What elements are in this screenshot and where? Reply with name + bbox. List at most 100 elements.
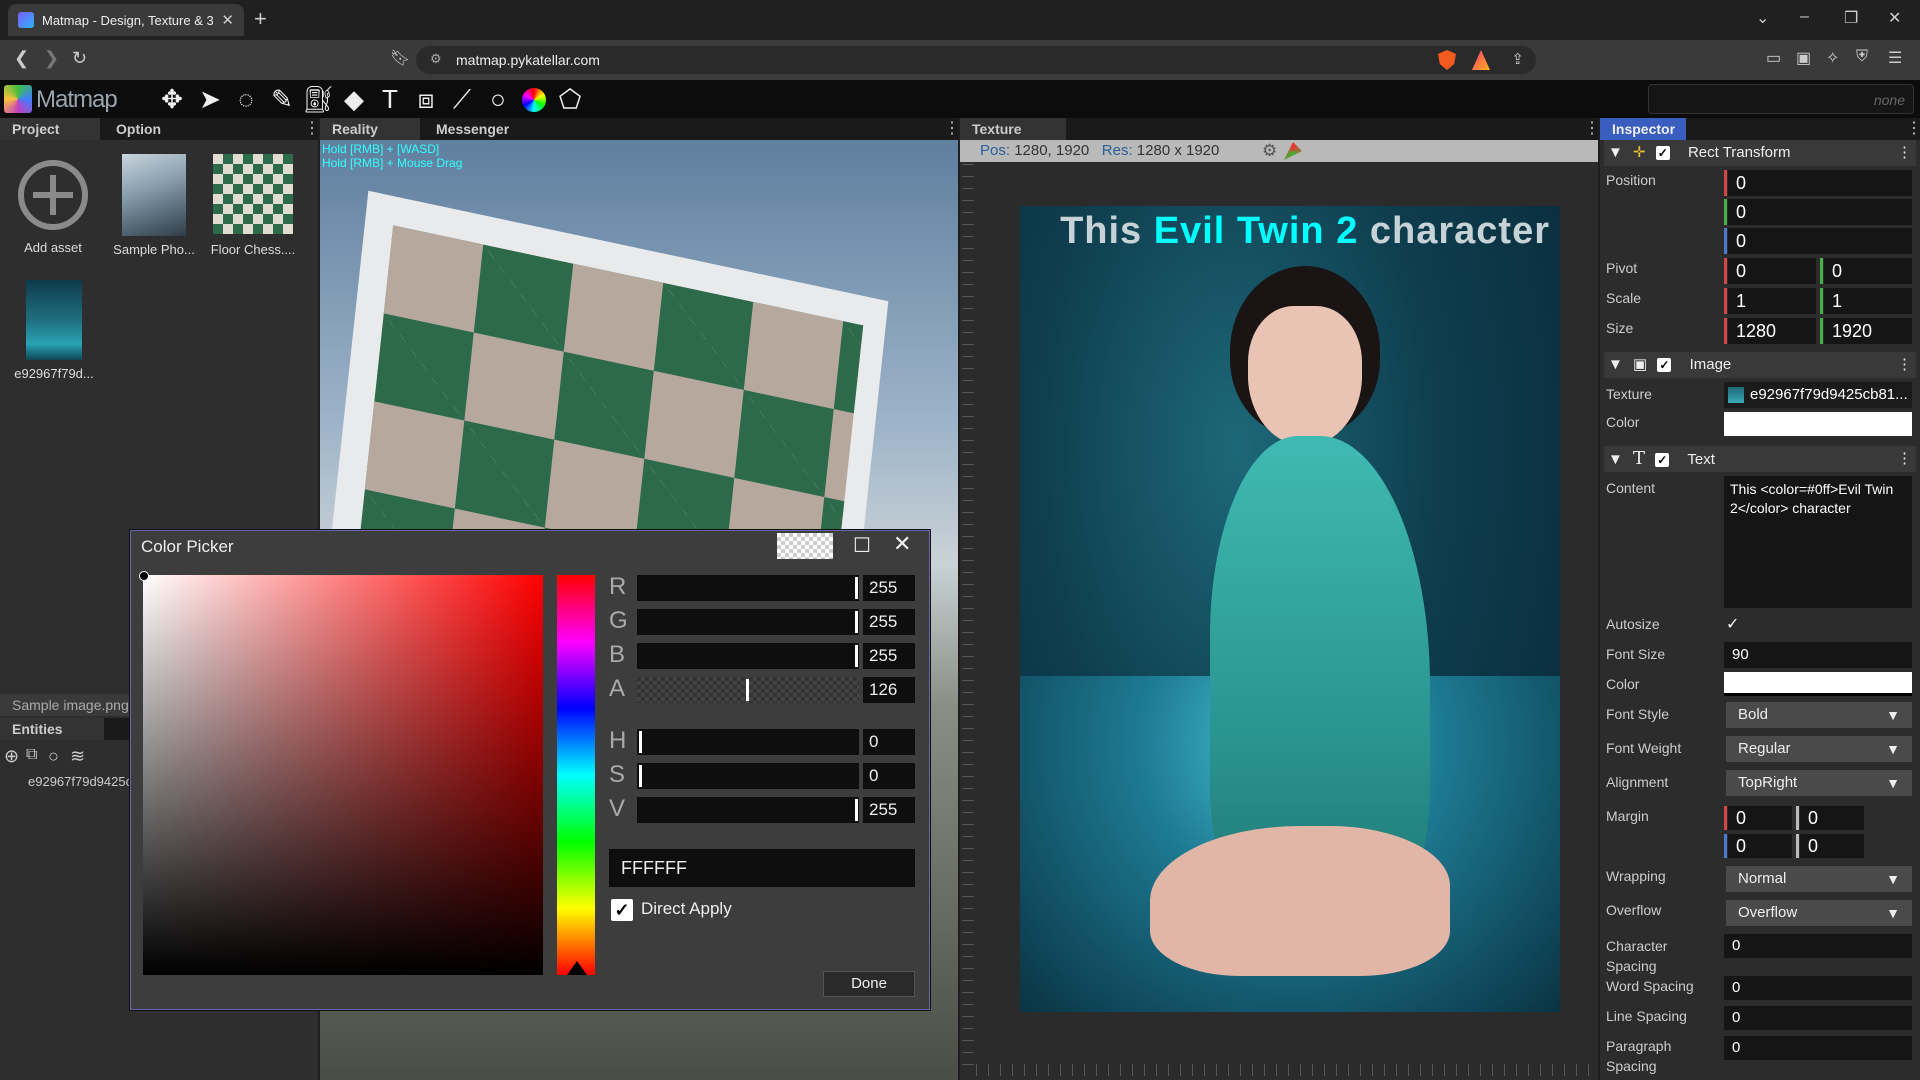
h-value-field[interactable]: 0 bbox=[863, 729, 915, 755]
direct-apply-checkbox[interactable]: ✓ bbox=[611, 899, 633, 921]
move-tool-icon[interactable]: ✥ bbox=[156, 84, 188, 114]
collapse-triangle-icon[interactable]: ▼ bbox=[1608, 356, 1623, 373]
entity-item[interactable]: e92967f79d9425c bbox=[28, 774, 132, 789]
position-y-field[interactable]: 0 bbox=[1728, 199, 1912, 225]
eraser-tool-icon[interactable]: ◆ bbox=[338, 84, 370, 114]
overflow-dropdown[interactable]: Overflow ▼ bbox=[1726, 900, 1912, 926]
tab-texture[interactable]: Texture bbox=[960, 118, 1066, 140]
close-tab-icon[interactable]: ✕ bbox=[221, 11, 234, 29]
scale-x-field[interactable]: 1 bbox=[1728, 288, 1816, 314]
image-enabled-checkbox[interactable]: ✓ bbox=[1657, 358, 1672, 372]
autosize-checkbox[interactable]: ✓ bbox=[1726, 614, 1739, 634]
collapse-triangle-icon[interactable]: ▼ bbox=[1608, 144, 1623, 161]
word-spacing-field[interactable]: 0 bbox=[1724, 976, 1912, 1000]
inspector-menu-icon[interactable]: ⋮ bbox=[1906, 118, 1920, 138]
hex-input[interactable]: FFFFFF bbox=[609, 849, 915, 887]
select-tool-icon[interactable]: ➤ bbox=[194, 84, 226, 114]
asset-sample-photo[interactable]: Sample Pho... bbox=[110, 154, 198, 257]
s-slider[interactable] bbox=[637, 763, 859, 789]
done-button[interactable]: Done bbox=[823, 971, 915, 997]
left-panel-menu-icon[interactable]: ⋮ bbox=[304, 118, 320, 138]
vpn-icon[interactable]: ⛨ bbox=[1856, 48, 1868, 66]
r-slider-handle[interactable] bbox=[855, 577, 858, 599]
font-style-dropdown[interactable]: Bold ▼ bbox=[1726, 702, 1912, 728]
entity-circle-icon[interactable]: ○ bbox=[48, 746, 59, 767]
wallet-icon[interactable]: ▣ bbox=[1796, 48, 1811, 68]
maximize-icon[interactable]: ☐ bbox=[853, 533, 871, 558]
texture-canvas[interactable]: This Evil Twin 2 character bbox=[1020, 206, 1560, 1012]
close-window-icon[interactable]: ✕ bbox=[1888, 8, 1901, 28]
character-spacing-field[interactable]: 0 bbox=[1724, 934, 1912, 958]
add-asset-button[interactable]: Add asset bbox=[10, 160, 96, 255]
v-value-field[interactable]: 255 bbox=[863, 797, 915, 823]
margin-right-field[interactable]: 0 bbox=[1800, 806, 1864, 830]
duplicate-entity-icon[interactable]: ⧉ bbox=[26, 746, 37, 764]
alignment-dropdown[interactable]: TopRight ▼ bbox=[1726, 770, 1912, 796]
margin-bottom-field[interactable]: 0 bbox=[1800, 834, 1864, 858]
lasso-tool-icon[interactable]: ◌ bbox=[230, 84, 262, 114]
rect-transform-menu-icon[interactable]: ⋮ bbox=[1897, 140, 1912, 166]
a-slider[interactable] bbox=[637, 677, 859, 703]
site-settings-icon[interactable]: ⚙ bbox=[430, 51, 442, 67]
text-component-menu-icon[interactable]: ⋮ bbox=[1897, 446, 1912, 472]
tab-option[interactable]: Option bbox=[104, 118, 214, 140]
asset-character-image[interactable]: e92967f79d... bbox=[8, 280, 100, 381]
tab-list-chevron-icon[interactable]: ⌄ bbox=[1756, 8, 1769, 28]
hue-slider[interactable] bbox=[557, 575, 595, 975]
new-tab-icon[interactable]: + bbox=[254, 6, 267, 32]
font-weight-dropdown[interactable]: Regular ▼ bbox=[1726, 736, 1912, 762]
back-icon[interactable]: ❮ bbox=[14, 48, 29, 69]
rect-transform-enabled-checkbox[interactable]: ✓ bbox=[1655, 146, 1670, 160]
layers-icon[interactable]: ≋ bbox=[70, 746, 85, 767]
texture-menu-icon[interactable]: ⋮ bbox=[1584, 118, 1600, 138]
sv-cursor[interactable] bbox=[139, 571, 149, 581]
g-slider[interactable] bbox=[637, 609, 859, 635]
browser-tab[interactable]: Matmap - Design, Texture & 3D ✕ bbox=[8, 4, 244, 36]
tab-reality[interactable]: Reality bbox=[320, 118, 420, 140]
position-x-field[interactable]: 0 bbox=[1728, 170, 1912, 196]
pivot-y-field[interactable]: 0 bbox=[1824, 258, 1912, 284]
b-slider-handle[interactable] bbox=[855, 645, 858, 667]
a-slider-handle[interactable] bbox=[746, 679, 749, 701]
scale-y-field[interactable]: 1 bbox=[1824, 288, 1912, 314]
s-value-field[interactable]: 0 bbox=[863, 763, 915, 789]
tab-messenger[interactable]: Messenger bbox=[424, 118, 544, 140]
app-search-input[interactable]: none bbox=[1648, 84, 1914, 114]
restore-icon[interactable]: ❐ bbox=[1844, 8, 1858, 28]
a-value-field[interactable]: 126 bbox=[863, 677, 915, 703]
text-color-swatch[interactable] bbox=[1724, 672, 1912, 696]
size-width-field[interactable]: 1280 bbox=[1728, 318, 1816, 344]
address-bar[interactable]: ⚙ matmap.pykatellar.com ⇪ bbox=[416, 46, 1536, 74]
tab-entities[interactable]: Entities bbox=[0, 718, 104, 740]
tab-project[interactable]: Project bbox=[0, 118, 100, 140]
sidebar-icon[interactable]: ▭ bbox=[1766, 48, 1781, 68]
g-value-field[interactable]: 255 bbox=[863, 609, 915, 635]
b-slider[interactable] bbox=[637, 643, 859, 669]
forward-icon[interactable]: ❯ bbox=[44, 48, 59, 69]
v-slider[interactable] bbox=[637, 797, 859, 823]
margin-top-field[interactable]: 0 bbox=[1728, 834, 1792, 858]
asset-floor-chess[interactable]: Floor Chess.... bbox=[208, 154, 298, 257]
polygon-tool-icon[interactable]: ⬠ bbox=[554, 84, 586, 114]
bookmark-icon[interactable]: 🔖︎ bbox=[390, 48, 410, 68]
saturation-value-square[interactable] bbox=[143, 575, 543, 975]
color-wheel-icon[interactable] bbox=[522, 88, 546, 112]
wrapping-dropdown[interactable]: Normal ▼ bbox=[1726, 866, 1912, 892]
line-tool-icon[interactable]: ⟋ bbox=[446, 84, 478, 114]
r-value-field[interactable]: 255 bbox=[863, 575, 915, 601]
h-slider-handle[interactable] bbox=[639, 731, 642, 753]
paragraph-spacing-field[interactable]: 0 bbox=[1724, 1036, 1912, 1060]
texture-field[interactable]: e92967f79d9425cb81... bbox=[1724, 382, 1912, 408]
line-spacing-field[interactable]: 0 bbox=[1724, 1006, 1912, 1030]
size-height-field[interactable]: 1920 bbox=[1824, 318, 1912, 344]
reload-icon[interactable]: ↻ bbox=[72, 48, 87, 69]
ellipse-tool-icon[interactable]: ○ bbox=[482, 84, 514, 114]
rect-transform-header[interactable]: ▼ ✛ ✓ Rect Transform ⋮ bbox=[1604, 140, 1916, 166]
collapse-triangle-icon[interactable]: ▼ bbox=[1608, 451, 1623, 468]
image-component-header[interactable]: ▼ ▣ ✓ Image ⋮ bbox=[1604, 352, 1916, 378]
text-tool-icon[interactable]: T bbox=[374, 84, 406, 114]
text-enabled-checkbox[interactable]: ✓ bbox=[1655, 453, 1670, 467]
viewport-menu-icon[interactable]: ⋮ bbox=[944, 118, 960, 138]
v-slider-handle[interactable] bbox=[855, 799, 858, 821]
hue-indicator-icon[interactable] bbox=[567, 961, 587, 975]
